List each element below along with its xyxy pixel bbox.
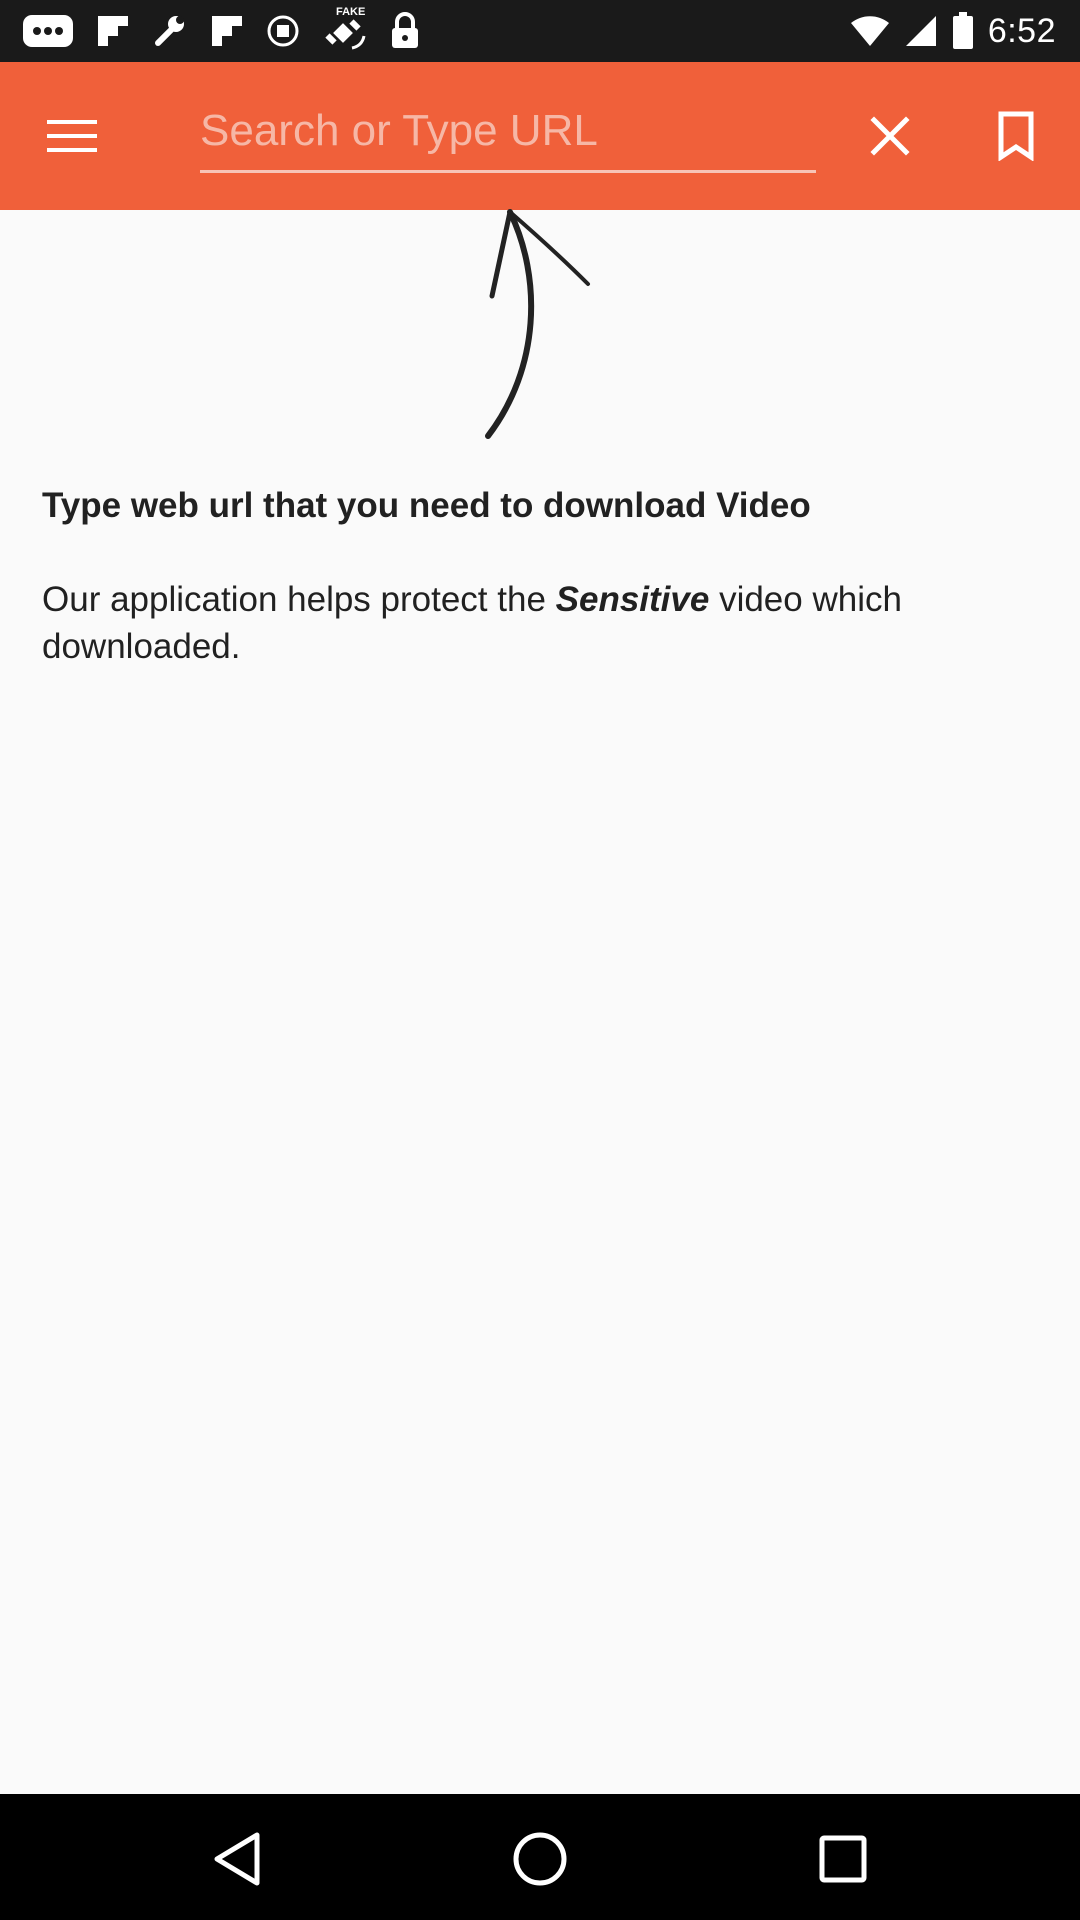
back-button[interactable] xyxy=(202,1824,272,1894)
app-bar xyxy=(0,62,1080,210)
instruction-description: Our application helps protect the Sensit… xyxy=(42,576,1042,670)
curved-arrow-up-icon xyxy=(470,208,600,440)
fake-gps-badge: FAKE xyxy=(336,6,366,18)
instruction-headline: Type web url that you need to download V… xyxy=(42,486,811,525)
system-navigation-bar xyxy=(0,1794,1080,1920)
home-button[interactable] xyxy=(505,1824,575,1894)
clear-search-button[interactable] xyxy=(860,106,920,166)
status-time: 6:52 xyxy=(987,11,1056,50)
battery-icon xyxy=(952,12,974,50)
bookmark-icon xyxy=(997,111,1035,161)
status-notification-icons: FAKE xyxy=(22,6,420,52)
flipboard-icon xyxy=(96,14,130,48)
search-url-input[interactable] xyxy=(200,98,816,170)
search-field-container xyxy=(200,98,816,173)
more-notifications-icon xyxy=(22,14,74,48)
close-icon xyxy=(870,116,910,156)
hamburger-menu-icon xyxy=(46,118,98,154)
wifi-icon xyxy=(850,14,890,48)
description-emphasis: Sensitive xyxy=(555,580,710,619)
menu-button[interactable] xyxy=(32,106,112,166)
bookmark-button[interactable] xyxy=(986,104,1046,168)
wrench-icon xyxy=(152,13,188,49)
status-system-icons: 6:52 xyxy=(850,10,1056,52)
signal-icon xyxy=(904,14,938,48)
recents-button[interactable] xyxy=(808,1824,878,1894)
status-bar: FAKE 6:52 xyxy=(0,0,1080,62)
home-circle-icon xyxy=(512,1831,568,1887)
back-triangle-icon xyxy=(211,1831,263,1887)
recents-square-icon xyxy=(818,1834,868,1884)
flipboard-icon xyxy=(210,14,244,48)
fake-gps-satellite-icon: FAKE xyxy=(322,6,368,52)
lock-icon xyxy=(390,12,420,50)
media-stop-icon xyxy=(266,14,300,48)
description-text-before: Our application helps protect the xyxy=(42,580,556,619)
